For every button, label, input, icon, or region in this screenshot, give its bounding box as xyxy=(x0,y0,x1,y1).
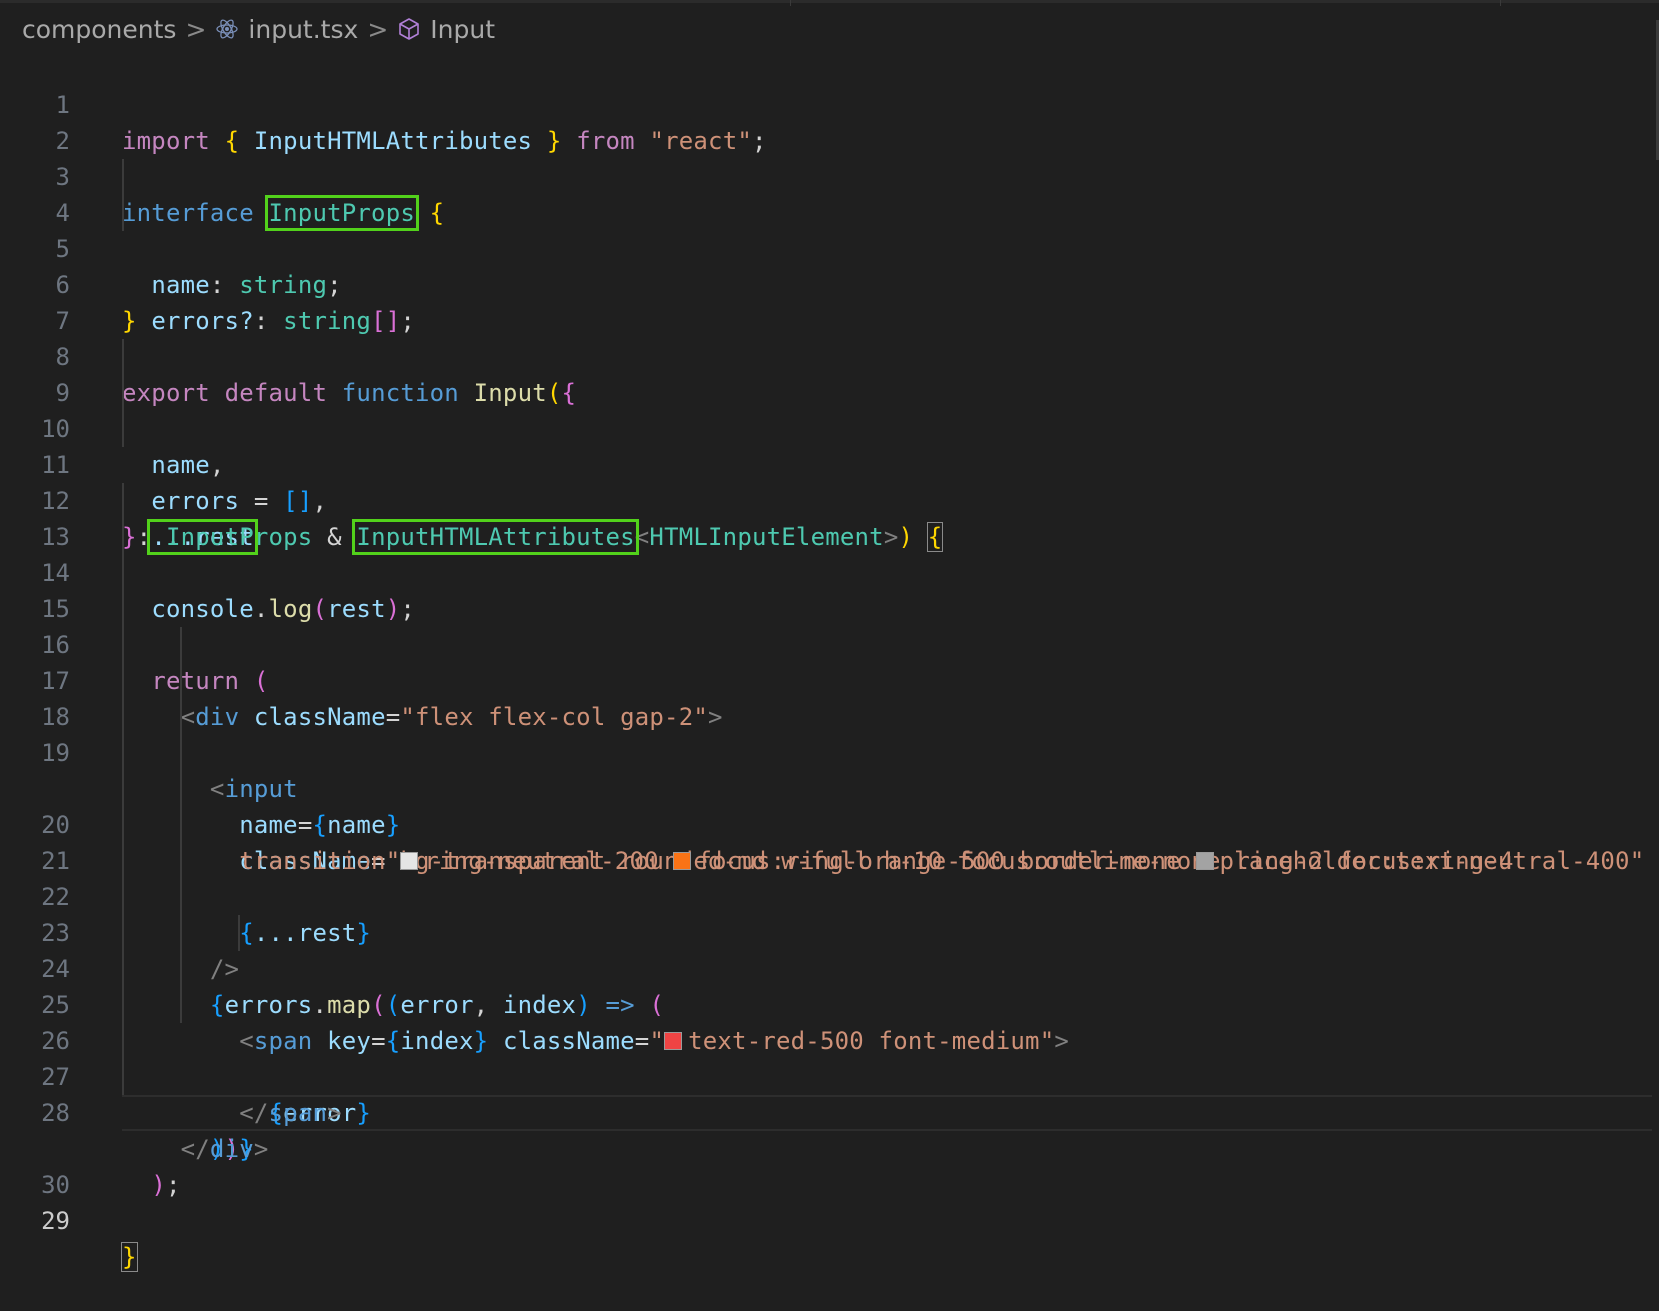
code-line: 14 xyxy=(0,519,1659,587)
indent-guide xyxy=(180,663,182,699)
code-line: 22 {errors.map((error, index) => ( xyxy=(0,843,1659,1019)
indent-guide xyxy=(180,771,182,807)
code-line: 11 ...rest xyxy=(0,411,1659,555)
indent-guide xyxy=(238,915,240,951)
indent-guide xyxy=(122,411,124,447)
line-number: 30 xyxy=(41,1171,70,1199)
code-line: 12 }: InputProps & InputHTMLAttributes<H… xyxy=(0,447,1659,555)
code-line: 25 </span> xyxy=(0,951,1659,1127)
code-line: 17 <input xyxy=(0,627,1659,803)
code-line: 18 name={name} xyxy=(0,663,1659,839)
indent-guide xyxy=(180,699,182,735)
code-line: 23 <span key={index} className=" text-red… xyxy=(0,879,1659,1055)
code-line: 1 import { InputHTMLAttributes } from "r… xyxy=(0,51,1659,155)
code-line: 7 xyxy=(0,267,1659,335)
breadcrumb-item-folder[interactable]: components xyxy=(22,15,176,44)
indent-guide xyxy=(122,159,124,195)
code-line: 19 className="bg-transparent rounded-md … xyxy=(0,699,1659,875)
code-line: 6 } xyxy=(0,231,1659,335)
indent-guide xyxy=(122,735,124,771)
indent-guide xyxy=(180,807,182,843)
indent-guide xyxy=(122,483,124,519)
code-line: 30 xyxy=(0,1131,1659,1199)
indent-guide xyxy=(180,627,182,663)
indent-guide xyxy=(180,987,182,1023)
code-line-wrap: transition ring-neutral-200 focus:ring-o… xyxy=(0,735,1659,875)
code-line: 21 /> xyxy=(0,807,1659,983)
indent-guide xyxy=(122,879,124,915)
breadcrumb-item-symbol[interactable]: Input xyxy=(430,15,495,44)
indent-guide xyxy=(122,1059,124,1095)
code-line: 24 {error} xyxy=(0,915,1659,1127)
indent-guide xyxy=(122,987,124,1023)
code-line: 10 errors = [], xyxy=(0,375,1659,515)
indent-guide xyxy=(180,915,182,951)
indent-guide xyxy=(122,519,124,555)
cube-icon xyxy=(397,17,421,41)
code-line: 3 interface InputProps { xyxy=(0,123,1659,231)
breadcrumb-separator: > xyxy=(185,14,207,44)
token: } xyxy=(121,1242,138,1272)
code-line-current: 29 } xyxy=(0,1095,1659,1272)
indent-guide xyxy=(122,627,124,663)
line-content: ); xyxy=(122,1167,181,1203)
code-line: 8 export default function Input({ xyxy=(0,303,1659,407)
code-line: 4 name: string; xyxy=(0,159,1659,299)
indent-guide xyxy=(122,339,124,375)
react-icon xyxy=(215,17,239,41)
line-content: } xyxy=(121,1239,138,1275)
indent-guide xyxy=(122,843,124,879)
breadcrumb-item-file[interactable]: input.tsx xyxy=(248,15,358,44)
token: ; xyxy=(165,1171,181,1199)
tab-bar-edge xyxy=(0,0,1659,6)
indent-guide xyxy=(180,735,182,771)
indent-guide xyxy=(122,375,124,411)
code-editor: components > input.tsx > Input 1 import … xyxy=(0,0,1659,1272)
code-line: 5 errors?: string[]; xyxy=(0,195,1659,335)
indent-guide xyxy=(180,843,182,879)
code-line: 16 <div className="flex flex-col gap-2"> xyxy=(0,591,1659,731)
indent-guide xyxy=(180,879,182,915)
code-line: 27 </div> xyxy=(0,1023,1659,1163)
indent-guide xyxy=(122,591,124,627)
current-line-border xyxy=(122,1095,1652,1097)
indent-guide xyxy=(122,1023,124,1059)
code-line: 15 return ( xyxy=(0,555,1659,695)
breadcrumb: components > input.tsx > Input xyxy=(22,10,495,48)
indent-guide xyxy=(122,771,124,807)
indent-guide xyxy=(122,951,124,987)
code-line: 13 console.log(rest); xyxy=(0,483,1659,623)
token: ) xyxy=(151,1171,166,1199)
code-line: 28 ); xyxy=(0,1059,1659,1199)
indent-guide xyxy=(122,195,124,231)
code-line: 9 name, xyxy=(0,339,1659,479)
indent-guide xyxy=(122,555,124,591)
code-line: 20 {...rest} xyxy=(0,771,1659,947)
indent-guide xyxy=(122,915,124,951)
code-line: 26 ))} xyxy=(0,987,1659,1163)
code-area[interactable]: 1 import { InputHTMLAttributes } from "r… xyxy=(0,51,1659,1272)
breadcrumb-separator: > xyxy=(367,14,389,44)
indent-guide xyxy=(122,807,124,843)
code-line: 2 xyxy=(0,87,1659,155)
indent-guide xyxy=(122,663,124,699)
indent-guide xyxy=(180,951,182,987)
indent-guide xyxy=(122,699,124,735)
